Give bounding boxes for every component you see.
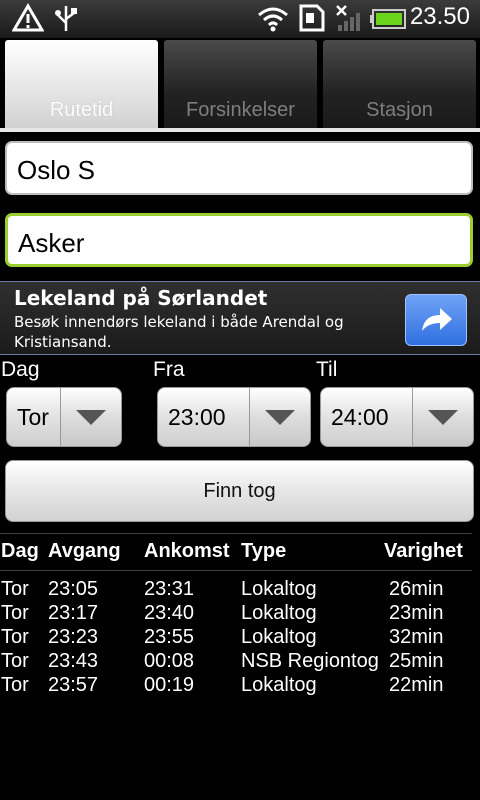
chevron-down-icon	[265, 410, 295, 425]
column-header-duration: Varighet	[384, 540, 463, 562]
warning-icon	[12, 3, 44, 32]
wifi-icon	[258, 7, 288, 32]
from-station-input[interactable]: Oslo S	[5, 141, 473, 195]
cell-arrival: 23:40	[144, 602, 195, 624]
day-label: Dag	[1, 358, 40, 381]
to-time-spinner[interactable]: 24:00	[320, 387, 474, 447]
cell-departure: 23:57	[48, 674, 99, 696]
ad-open-button[interactable]	[405, 294, 467, 346]
cell-arrival: 00:08	[144, 650, 195, 672]
to-time-dropdown-button[interactable]	[412, 388, 473, 446]
day-dropdown-button[interactable]	[60, 388, 121, 446]
to-time-label: Til	[316, 358, 338, 381]
cell-departure: 23:23	[48, 626, 99, 648]
tab-rutetid[interactable]: Rutetid	[5, 40, 158, 130]
cell-day: Tor	[1, 578, 29, 600]
cell-departure: 23:43	[48, 650, 99, 672]
ad-title: Lekeland på Sørlandet	[14, 286, 268, 310]
to-station-input[interactable]: Asker	[5, 213, 473, 267]
chevron-down-icon	[428, 410, 458, 425]
cell-duration: 23min	[389, 602, 444, 624]
day-value: Tor	[17, 404, 49, 430]
tab-label: Rutetid	[49, 99, 114, 121]
tab-label: Stasjon	[366, 99, 433, 121]
status-bar: 23.50	[0, 0, 480, 38]
clock: 23.50	[409, 3, 470, 30]
cell-arrival: 23:55	[144, 626, 195, 648]
usb-icon	[55, 6, 77, 31]
cell-arrival: 00:19	[144, 674, 195, 696]
cell-day: Tor	[1, 674, 29, 696]
cell-departure: 23:17	[48, 602, 99, 624]
from-time-spinner[interactable]: 23:00	[157, 387, 311, 447]
cell-duration: 32min	[389, 626, 444, 648]
column-header-departure: Avgang	[48, 540, 121, 562]
cell-departure: 23:05	[48, 578, 99, 600]
column-header-day: Dag	[1, 540, 39, 562]
sim-icon	[299, 4, 325, 32]
cell-arrival: 23:31	[144, 578, 195, 600]
no-signal-icon	[336, 5, 360, 31]
from-time-dropdown-button[interactable]	[249, 388, 310, 446]
tab-forsinkelser[interactable]: Forsinkelser	[164, 40, 317, 130]
find-train-button[interactable]: Finn tog	[5, 460, 474, 522]
tab-bar: Rutetid Forsinkelser Stasjon	[0, 38, 480, 132]
chevron-down-icon	[76, 410, 106, 425]
cell-type: Lokaltog	[241, 602, 317, 624]
to-time-value: 24:00	[331, 404, 389, 430]
tab-stasjon[interactable]: Stasjon	[323, 40, 476, 130]
column-header-arrival: Ankomst	[144, 540, 230, 562]
battery-icon	[370, 9, 406, 29]
divider	[0, 570, 472, 571]
ad-banner[interactable]: Lekeland på Sørlandet Besøk innendørs le…	[0, 281, 480, 355]
cell-type: Lokaltog	[241, 578, 317, 600]
cell-duration: 26min	[389, 578, 444, 600]
from-time-label: Fra	[153, 358, 185, 381]
column-header-type: Type	[241, 540, 287, 562]
cell-duration: 25min	[389, 650, 444, 672]
cell-day: Tor	[1, 602, 29, 624]
from-time-value: 23:00	[168, 404, 226, 430]
cell-type: Lokaltog	[241, 626, 317, 648]
day-spinner[interactable]: Tor	[6, 387, 122, 447]
cell-day: Tor	[1, 650, 29, 672]
tab-underline	[0, 128, 480, 132]
divider	[0, 533, 472, 534]
cell-day: Tor	[1, 626, 29, 648]
cell-type: NSB Regiontog	[241, 650, 379, 672]
forward-arrow-icon	[422, 308, 452, 331]
tab-label: Forsinkelser	[186, 99, 295, 121]
ad-text: Besøk innendørs lekeland i både Arendal …	[14, 313, 344, 351]
cell-type: Lokaltog	[241, 674, 317, 696]
cell-duration: 22min	[389, 674, 444, 696]
